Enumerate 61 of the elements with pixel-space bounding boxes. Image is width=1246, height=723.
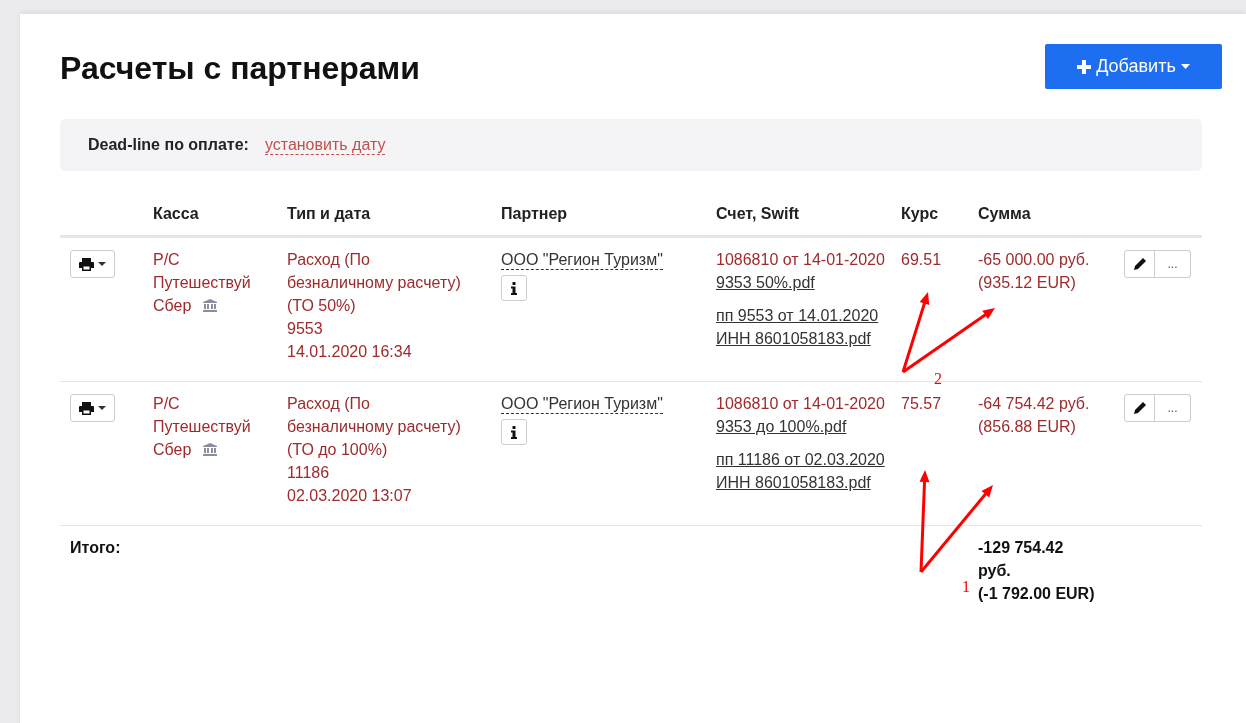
plus-icon	[1077, 59, 1092, 74]
invoice-text: 1086810 от 14-01-2020	[716, 251, 885, 268]
type-text: 02.03.2020 13:07	[287, 487, 412, 504]
cashbox-text: Р/С	[153, 250, 180, 270]
cashbox-text: Р/С	[153, 394, 180, 414]
partner-link[interactable]: ООО "Регион Туризм"	[501, 395, 663, 414]
cashbox-text: Путешествуй	[153, 273, 251, 293]
file-link[interactable]: пп 9553 от 14.01.2020 ИНН 8601058183.pdf	[716, 304, 886, 350]
type-text: Расход (По безналичному расчету) (ТО до 100%)	[287, 395, 461, 458]
cashbox-text: Сбер	[153, 440, 192, 460]
edit-button[interactable]	[1124, 250, 1155, 278]
partner-link[interactable]: ООО "Регион Туризм"	[501, 251, 663, 270]
sum-text: -65 000.00 руб.	[978, 251, 1090, 268]
column-header: Курс	[901, 205, 939, 222]
more-button[interactable]: ...	[1155, 394, 1191, 422]
type-text: 11186	[287, 464, 330, 481]
info-icon	[511, 281, 517, 295]
file-link[interactable]: 9353 до 100%.pdf	[716, 415, 886, 438]
printer-icon	[79, 257, 94, 271]
sum-eur-text: (935.12 EUR)	[978, 274, 1076, 291]
pencil-icon	[1133, 257, 1146, 271]
column-header: Счет, Swift	[716, 205, 800, 222]
pencil-icon	[1133, 401, 1146, 415]
column-header: Касса	[153, 205, 199, 222]
cashbox-text: Сбер	[153, 296, 192, 316]
printer-icon	[79, 401, 94, 415]
type-text: 14.01.2020 16:34	[287, 343, 412, 360]
page-title: Расчеты с партнерами	[60, 50, 420, 87]
print-dropdown-button[interactable]	[70, 250, 115, 278]
column-header: Партнер	[501, 205, 568, 222]
add-button[interactable]: Добавить	[1045, 44, 1222, 89]
deadline-label: Dead-line по оплате:	[88, 136, 249, 154]
annotation-number: 1	[962, 578, 970, 595]
total-label: Итого:	[70, 539, 121, 556]
rate-text: 69.51	[901, 251, 942, 268]
sum-eur-text: (856.88 EUR)	[978, 418, 1076, 435]
total-amount: -129 754.42 руб.	[978, 539, 1064, 579]
type-text: 9553	[287, 320, 323, 337]
column-header: Тип и дата	[287, 205, 371, 222]
file-link[interactable]: пп 11186 от 02.03.2020 ИНН 8601058183.pdf	[716, 448, 886, 494]
info-button[interactable]	[501, 419, 527, 445]
more-button[interactable]: ...	[1155, 250, 1191, 278]
set-date-link[interactable]: установить дату	[264, 135, 386, 155]
print-dropdown-button[interactable]	[70, 394, 115, 422]
info-button[interactable]	[501, 275, 527, 301]
bank-icon	[203, 299, 218, 312]
invoice-text: 1086810 от 14-01-2020	[716, 395, 885, 412]
total-amount-eur: (-1 792.00 EUR)	[978, 585, 1095, 602]
caret-icon	[98, 262, 106, 266]
file-link[interactable]: 9353 50%.pdf	[716, 271, 886, 294]
type-text: Расход (По безналичному расчету) (ТО 50%)	[287, 251, 461, 314]
cashbox-text: Путешествуй	[153, 417, 251, 437]
column-header: Сумма	[978, 205, 1031, 222]
caret-icon	[98, 406, 106, 410]
annotation-number: 2	[934, 370, 942, 387]
edit-button[interactable]	[1124, 394, 1155, 422]
caret-icon	[1180, 64, 1190, 69]
bank-icon	[203, 443, 218, 456]
info-icon	[511, 425, 517, 439]
sum-text: -64 754.42 руб.	[978, 395, 1090, 412]
rate-text: 75.57	[901, 395, 942, 412]
